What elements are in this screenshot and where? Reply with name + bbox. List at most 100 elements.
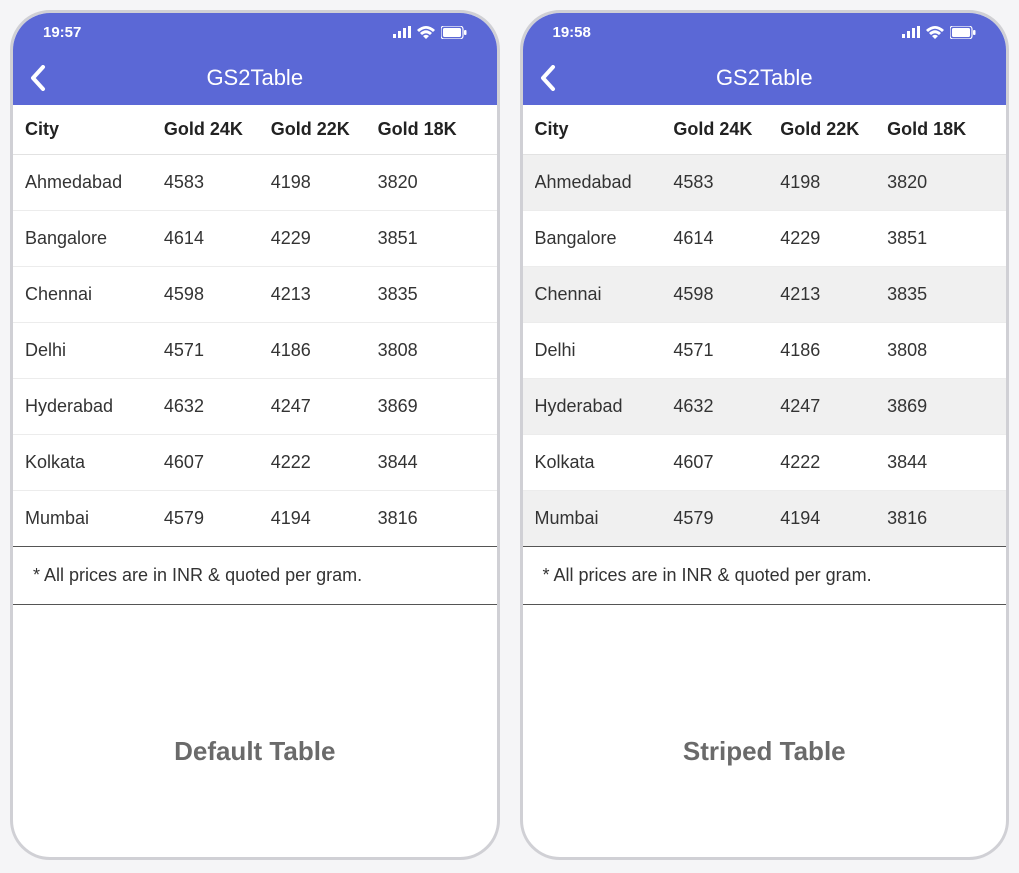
nav-title: GS2Table <box>13 65 497 91</box>
cell-gold24k: 4614 <box>673 228 780 249</box>
status-bar: 19:58 <box>523 13 1007 51</box>
cell-city: Delhi <box>535 340 674 361</box>
cell-city: Hyderabad <box>535 396 674 417</box>
table-row[interactable]: Mumbai 4579 4194 3816 <box>13 491 497 547</box>
table-row[interactable]: Kolkata 4607 4222 3844 <box>13 435 497 491</box>
column-header-gold18k: Gold 18K <box>378 119 485 140</box>
cell-gold18k: 3844 <box>887 452 994 473</box>
cell-gold22k: 4198 <box>271 172 378 193</box>
table-header: City Gold 24K Gold 22K Gold 18K <box>13 105 497 155</box>
battery-icon <box>950 26 976 39</box>
table-row[interactable]: Bangalore 4614 4229 3851 <box>523 211 1007 267</box>
column-header-gold24k: Gold 24K <box>673 119 780 140</box>
caption: Default Table <box>13 736 497 767</box>
cell-gold22k: 4229 <box>271 228 378 249</box>
status-time: 19:57 <box>43 24 81 41</box>
cell-gold18k: 3820 <box>887 172 994 193</box>
cell-gold18k: 3820 <box>378 172 485 193</box>
cell-gold18k: 3844 <box>378 452 485 473</box>
column-header-city: City <box>25 119 164 140</box>
cell-gold24k: 4583 <box>673 172 780 193</box>
cell-city: Mumbai <box>535 508 674 529</box>
cell-gold22k: 4186 <box>271 340 378 361</box>
cell-gold22k: 4213 <box>271 284 378 305</box>
cell-gold22k: 4194 <box>780 508 887 529</box>
table-header: City Gold 24K Gold 22K Gold 18K <box>523 105 1007 155</box>
cell-gold22k: 4194 <box>271 508 378 529</box>
cell-gold22k: 4198 <box>780 172 887 193</box>
back-button[interactable] <box>539 64 557 92</box>
cell-city: Chennai <box>535 284 674 305</box>
cell-city: Chennai <box>25 284 164 305</box>
cell-gold22k: 4247 <box>271 396 378 417</box>
cell-gold24k: 4632 <box>673 396 780 417</box>
table-row[interactable]: Mumbai 4579 4194 3816 <box>523 491 1007 547</box>
table-row[interactable]: Ahmedabad 4583 4198 3820 <box>523 155 1007 211</box>
cell-city: Mumbai <box>25 508 164 529</box>
wifi-icon <box>417 26 435 39</box>
cell-gold24k: 4632 <box>164 396 271 417</box>
column-header-gold22k: Gold 22K <box>780 119 887 140</box>
cell-city: Kolkata <box>25 452 164 473</box>
cell-city: Bangalore <box>535 228 674 249</box>
cell-gold22k: 4222 <box>271 452 378 473</box>
cell-gold24k: 4583 <box>164 172 271 193</box>
nav-title: GS2Table <box>523 65 1007 91</box>
footnote: * All prices are in INR & quoted per gra… <box>523 547 1007 605</box>
status-time: 19:58 <box>553 24 591 41</box>
table-row[interactable]: Hyderabad 4632 4247 3869 <box>13 379 497 435</box>
table-row[interactable]: Hyderabad 4632 4247 3869 <box>523 379 1007 435</box>
cell-gold24k: 4571 <box>673 340 780 361</box>
cell-gold24k: 4598 <box>164 284 271 305</box>
cell-gold24k: 4579 <box>164 508 271 529</box>
status-icons <box>393 26 467 39</box>
cell-gold18k: 3851 <box>378 228 485 249</box>
cell-gold24k: 4607 <box>164 452 271 473</box>
table-row[interactable]: Chennai 4598 4213 3835 <box>523 267 1007 323</box>
table-row[interactable]: Bangalore 4614 4229 3851 <box>13 211 497 267</box>
battery-icon <box>441 26 467 39</box>
cell-gold18k: 3851 <box>887 228 994 249</box>
table-row[interactable]: Delhi 4571 4186 3808 <box>13 323 497 379</box>
cell-gold24k: 4607 <box>673 452 780 473</box>
signal-icon <box>393 26 411 38</box>
nav-bar: GS2Table <box>523 51 1007 105</box>
cell-gold18k: 3808 <box>378 340 485 361</box>
column-header-city: City <box>535 119 674 140</box>
cell-city: Ahmedabad <box>25 172 164 193</box>
cell-city: Bangalore <box>25 228 164 249</box>
status-icons <box>902 26 976 39</box>
cell-gold22k: 4222 <box>780 452 887 473</box>
table-row[interactable]: Delhi 4571 4186 3808 <box>523 323 1007 379</box>
cell-gold18k: 3869 <box>378 396 485 417</box>
back-button[interactable] <box>29 64 47 92</box>
column-header-gold18k: Gold 18K <box>887 119 994 140</box>
content-area: City Gold 24K Gold 22K Gold 18K Ahmedaba… <box>523 105 1007 857</box>
cell-gold24k: 4614 <box>164 228 271 249</box>
cell-gold24k: 4571 <box>164 340 271 361</box>
cell-gold22k: 4229 <box>780 228 887 249</box>
cell-gold18k: 3869 <box>887 396 994 417</box>
cell-gold22k: 4213 <box>780 284 887 305</box>
caption: Striped Table <box>523 736 1007 767</box>
phone-default: 19:57 GS2Table City Gold 24K Gold 22K Go… <box>10 10 500 860</box>
column-header-gold24k: Gold 24K <box>164 119 271 140</box>
cell-gold22k: 4247 <box>780 396 887 417</box>
table-row[interactable]: Chennai 4598 4213 3835 <box>13 267 497 323</box>
cell-gold18k: 3835 <box>378 284 485 305</box>
cell-gold24k: 4598 <box>673 284 780 305</box>
signal-icon <box>902 26 920 38</box>
cell-gold18k: 3816 <box>378 508 485 529</box>
table-body: Ahmedabad 4583 4198 3820 Bangalore 4614 … <box>523 155 1007 547</box>
cell-gold18k: 3816 <box>887 508 994 529</box>
status-bar: 19:57 <box>13 13 497 51</box>
table-row[interactable]: Ahmedabad 4583 4198 3820 <box>13 155 497 211</box>
table-body: Ahmedabad 4583 4198 3820 Bangalore 4614 … <box>13 155 497 547</box>
cell-gold18k: 3835 <box>887 284 994 305</box>
table-row[interactable]: Kolkata 4607 4222 3844 <box>523 435 1007 491</box>
footnote: * All prices are in INR & quoted per gra… <box>13 547 497 605</box>
cell-gold22k: 4186 <box>780 340 887 361</box>
column-header-gold22k: Gold 22K <box>271 119 378 140</box>
cell-city: Kolkata <box>535 452 674 473</box>
phone-striped: 19:58 GS2Table City Gold 24K Gold 22K Go… <box>520 10 1010 860</box>
